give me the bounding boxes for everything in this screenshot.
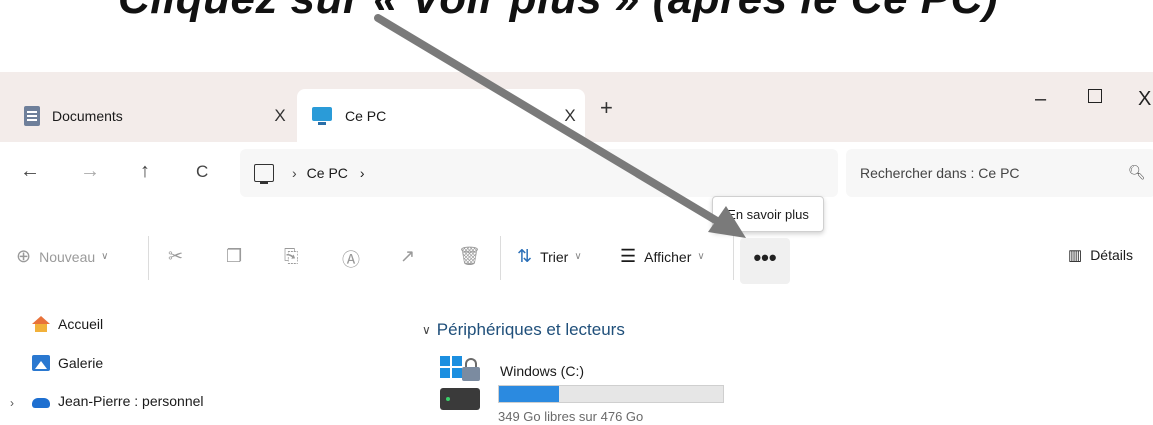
main-content: Accueil Galerie › Jean-Pierre : personne… — [0, 300, 1153, 425]
back-arrow-icon[interactable]: ← — [20, 160, 40, 183]
see-more-tooltip: En savoir plus — [712, 196, 824, 232]
hard-drive-icon — [440, 388, 480, 410]
expand-chevron-icon[interactable]: › — [10, 396, 14, 410]
section-header-devices[interactable]: ∨ Périphériques et lecteurs — [422, 320, 625, 340]
see-more-button[interactable]: ••• — [740, 238, 790, 284]
chevron-right-icon: › — [292, 165, 297, 181]
view-list-icon: ☰ — [620, 246, 637, 266]
trash-icon: 🗑︎ — [458, 246, 481, 266]
tab-close-button[interactable]: X — [265, 106, 295, 126]
search-placeholder: Rechercher dans : Ce PC — [860, 165, 1020, 181]
title-bar: Documents X Ce PC X — [0, 72, 1153, 142]
forward-arrow-icon[interactable]: → — [80, 160, 100, 183]
lock-icon — [462, 358, 480, 381]
search-input[interactable]: Rechercher dans : Ce PC 🔍︎ — [846, 149, 1153, 197]
tab-ce-pc[interactable]: Ce PC X — [297, 89, 585, 142]
drive-free-space: 349 Go libres sur 476 Go — [498, 409, 644, 424]
instruction-caption: Cliquez sur « Voir plus » (après le Ce P… — [0, 0, 1153, 70]
details-button[interactable]: ▥ Détails — [1068, 246, 1133, 264]
cut-button[interactable]: ✂︎ — [168, 246, 191, 267]
tab-label: Documents — [52, 107, 123, 124]
details-label: Détails — [1090, 247, 1133, 263]
computer-icon — [254, 164, 274, 184]
clipboard-icon: ⎘ — [284, 246, 299, 266]
sidebar-item-galerie[interactable]: Galerie — [32, 355, 103, 371]
sort-button[interactable]: ⇅ Trier ∨ — [517, 246, 582, 267]
command-bar: ⊕ Nouveau ∨ ✂︎ ❐ ⎘ Ⓐ ↗ 🗑︎ ⇅ Trier ∨ ☰ Af… — [0, 212, 1153, 300]
close-window-button[interactable]: X — [1138, 88, 1151, 111]
sidebar-item-accueil[interactable]: Accueil — [32, 316, 103, 332]
details-pane-icon: ▥ — [1068, 247, 1083, 264]
drive-name[interactable]: Windows (C:) — [500, 363, 584, 379]
tab-close-button[interactable]: X — [555, 106, 585, 126]
share-button[interactable]: ↗ — [400, 246, 423, 267]
windows-logo-icon — [440, 356, 462, 378]
maximize-button[interactable] — [1088, 89, 1102, 103]
plus-circle-icon: ⊕ — [16, 246, 32, 266]
rename-button[interactable]: Ⓐ — [342, 246, 368, 272]
tab-label: Ce PC — [345, 107, 387, 124]
document-icon — [24, 105, 40, 126]
search-icon: 🔍︎ — [1128, 164, 1146, 180]
chevron-down-icon: ∨ — [101, 251, 109, 262]
breadcrumb-ce-pc[interactable]: Ce PC — [307, 165, 348, 181]
divider — [500, 236, 501, 280]
new-label: Nouveau — [39, 248, 96, 265]
scissors-icon: ✂︎ — [168, 246, 184, 266]
sort-label: Trier — [540, 248, 569, 265]
refresh-icon[interactable]: C — [196, 162, 208, 182]
divider — [148, 236, 149, 280]
sidebar-item-label: Accueil — [58, 316, 104, 332]
home-icon — [32, 316, 50, 332]
caption-text: Cliquez sur « Voir plus » (après le Ce P… — [118, 0, 998, 24]
gallery-icon — [32, 355, 50, 371]
copy-button[interactable]: ❐ — [226, 246, 250, 267]
up-arrow-icon[interactable]: ↑ — [140, 160, 150, 183]
chevron-down-icon: ∨ — [574, 251, 582, 262]
computer-icon — [311, 105, 333, 127]
drive-c-icon[interactable] — [440, 356, 494, 416]
divider — [733, 236, 734, 280]
sidebar-item-label: Galerie — [58, 355, 104, 371]
drive-usage-bar — [498, 385, 724, 403]
tab-documents[interactable]: Documents X — [10, 89, 295, 142]
address-bar[interactable]: › Ce PC › — [240, 149, 838, 197]
copy-icon: ❐ — [226, 246, 243, 266]
new-button[interactable]: ⊕ Nouveau ∨ — [16, 246, 108, 267]
sidebar-item-label: Jean-Pierre : personnel — [58, 393, 204, 409]
paste-button[interactable]: ⎘ — [284, 246, 306, 267]
sort-arrows-icon: ⇅ — [517, 246, 533, 266]
onedrive-cloud-icon — [32, 398, 50, 408]
delete-button[interactable]: 🗑︎ — [458, 246, 489, 267]
share-icon: ↗ — [400, 246, 416, 266]
rename-icon: Ⓐ — [342, 250, 360, 270]
drive-usage-fill — [499, 386, 559, 402]
minimize-button[interactable]: – — [1035, 88, 1046, 111]
chevron-down-icon: ∨ — [422, 323, 431, 337]
section-title: Périphériques et lecteurs — [436, 320, 625, 339]
navigation-bar: ← → ↑ C › Ce PC › Rechercher dans : Ce P… — [0, 142, 1153, 210]
chevron-right-icon[interactable]: › — [360, 165, 365, 181]
sidebar-item-onedrive[interactable]: Jean-Pierre : personnel — [32, 393, 204, 409]
new-tab-button[interactable]: + — [600, 95, 613, 121]
chevron-down-icon: ∨ — [697, 251, 705, 262]
view-button[interactable]: ☰ Afficher ∨ — [620, 246, 705, 267]
view-label: Afficher — [644, 248, 692, 265]
